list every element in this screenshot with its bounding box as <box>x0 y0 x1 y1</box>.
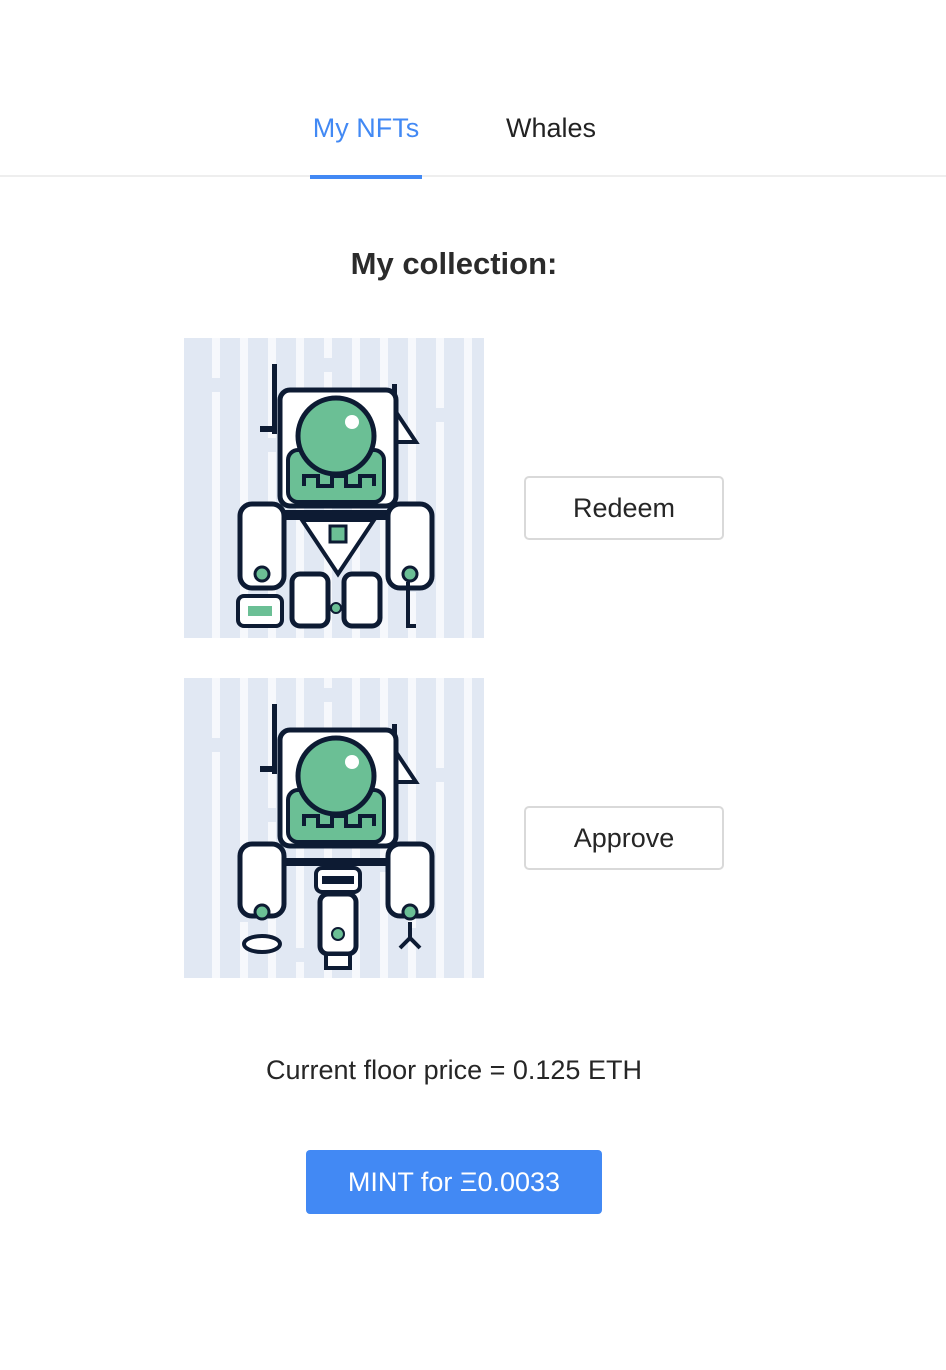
tab-my-nfts-label: My NFTs <box>312 113 420 143</box>
tab-whales[interactable]: Whales <box>503 110 599 177</box>
mint-button[interactable]: MINT for Ξ0.0033 <box>306 1150 602 1214</box>
collection-heading: My collection: <box>350 246 558 281</box>
tab-bar: My NFTs Whales <box>0 0 946 179</box>
tab-my-nfts[interactable]: My NFTs <box>310 110 422 179</box>
floor-price-text: Current floor price = 0.125 ETH <box>266 1055 642 1085</box>
nft-image-2 <box>184 678 484 978</box>
nft-image-1 <box>184 338 484 638</box>
robot-nft-image <box>184 338 484 638</box>
approve-button[interactable]: Approve <box>524 806 724 870</box>
robot-nft-image <box>184 678 484 978</box>
tab-whales-label: Whales <box>505 113 597 143</box>
active-tab-indicator <box>310 175 422 179</box>
redeem-button[interactable]: Redeem <box>524 476 724 540</box>
